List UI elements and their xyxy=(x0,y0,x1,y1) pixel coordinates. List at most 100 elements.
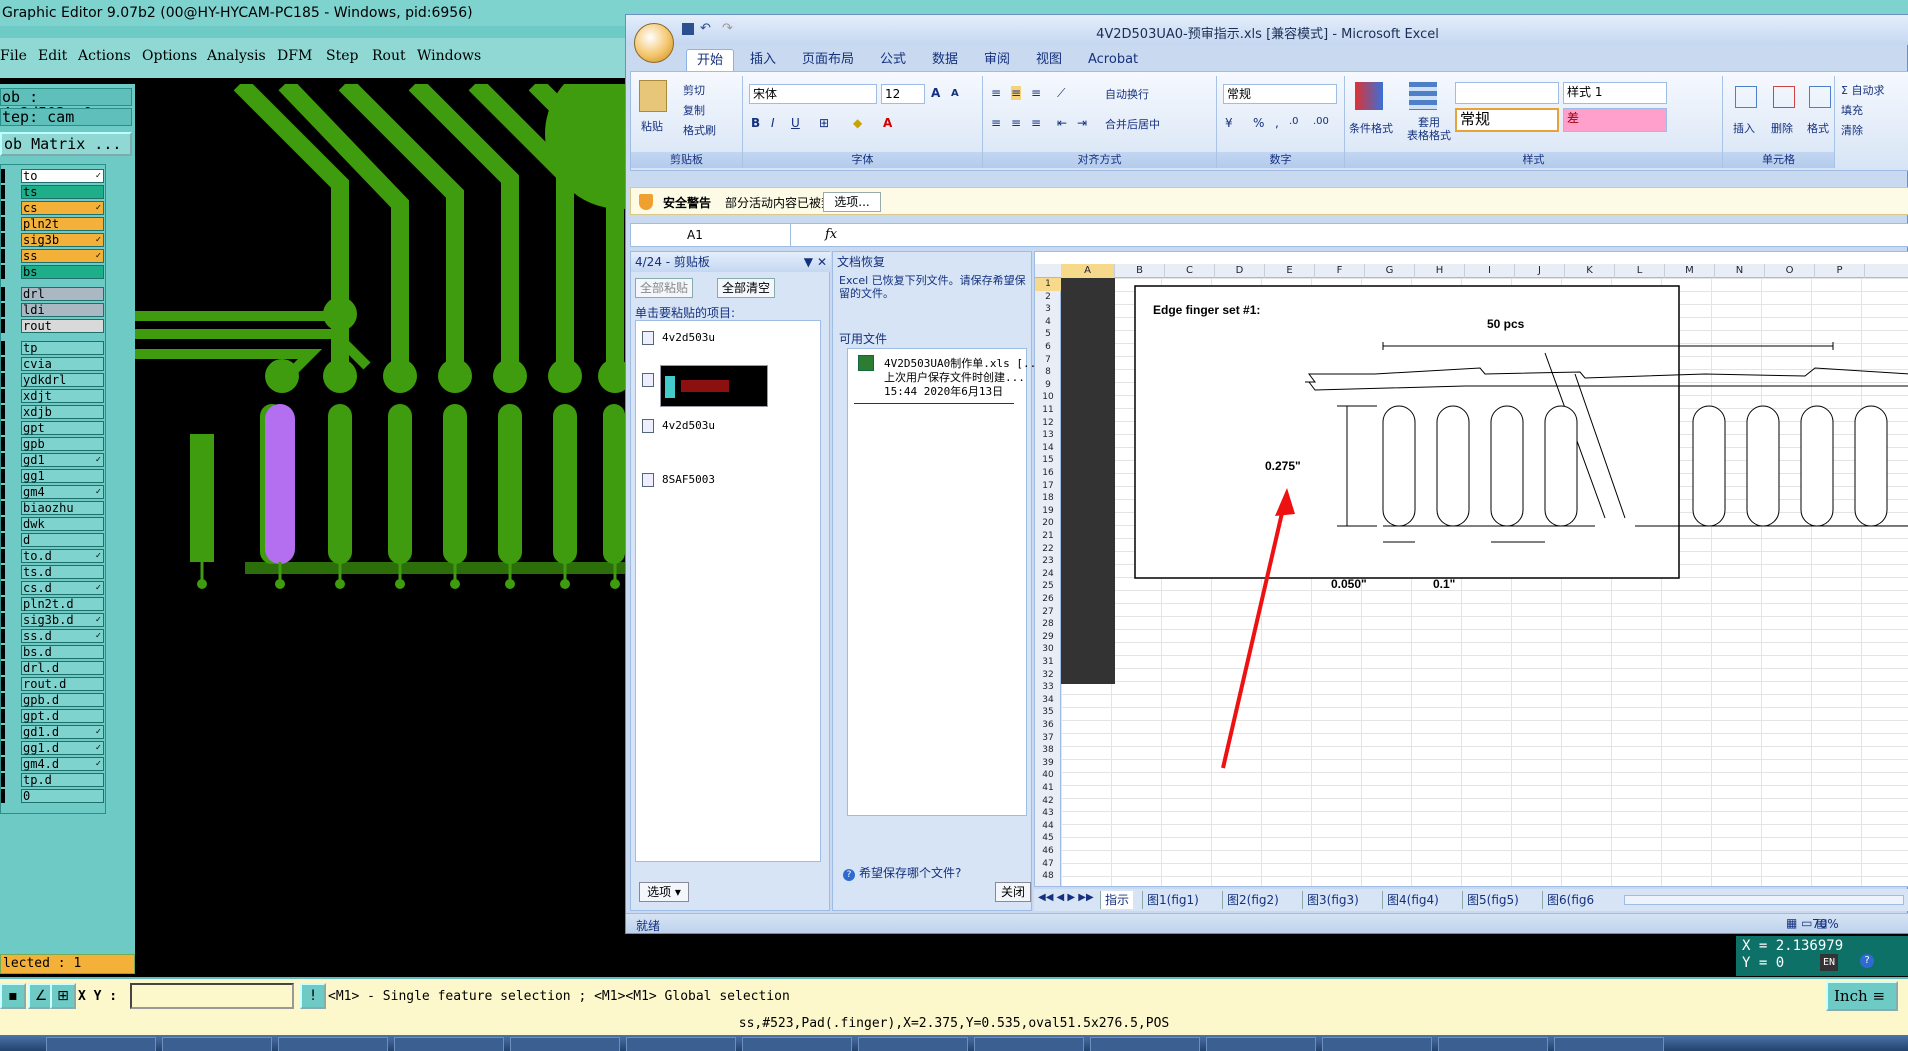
layer-checkbox[interactable] xyxy=(1,341,5,355)
layer-checkbox[interactable] xyxy=(1,501,5,515)
font-color-icon[interactable]: A xyxy=(883,116,892,130)
merge-center-button[interactable]: 合并后居中 xyxy=(1105,116,1160,132)
grid-icon[interactable]: ⊞ xyxy=(50,983,76,1009)
layer-checkbox[interactable] xyxy=(1,741,5,755)
percent-icon[interactable]: % xyxy=(1253,116,1264,130)
row-header[interactable]: 13 xyxy=(1035,429,1061,442)
conditional-format-button[interactable]: 条件格式 xyxy=(1349,120,1393,136)
layer-row[interactable]: sig3b ✓ xyxy=(21,233,104,247)
column-header[interactable]: B xyxy=(1115,264,1165,278)
alert-icon[interactable]: ! xyxy=(300,983,326,1009)
paste-button[interactable]: 粘贴 xyxy=(641,118,663,134)
layer-row[interactable]: bs xyxy=(21,265,104,279)
layer-row[interactable]: drl xyxy=(21,287,104,301)
clear-button[interactable]: 清除 xyxy=(1841,122,1863,138)
column-header[interactable]: O xyxy=(1765,264,1815,278)
sheet-tab[interactable]: 图3(fig3) xyxy=(1302,891,1363,909)
snap-icon[interactable]: ▪ xyxy=(0,983,26,1009)
row-header[interactable]: 27 xyxy=(1035,606,1061,619)
row-header[interactable]: 45 xyxy=(1035,832,1061,845)
column-header[interactable]: L xyxy=(1615,264,1665,278)
layer-row[interactable]: ts.d xyxy=(21,565,104,579)
layer-checkbox[interactable] xyxy=(1,693,5,707)
layer-row[interactable]: gd1 ✓ xyxy=(21,453,104,467)
row-header[interactable]: 33 xyxy=(1035,681,1061,694)
layer-row[interactable]: ts xyxy=(21,185,104,199)
layer-row[interactable]: pln2t.d xyxy=(21,597,104,611)
sheet-tab[interactable]: 图2(fig2) xyxy=(1222,891,1283,909)
tab-formulas[interactable]: 公式 xyxy=(870,49,916,71)
row-header[interactable]: 29 xyxy=(1035,631,1061,644)
layer-row[interactable]: gm4 ✓ xyxy=(21,485,104,499)
office-button-icon[interactable] xyxy=(634,23,674,63)
layer-row[interactable]: gg1 xyxy=(21,469,104,483)
layer-row[interactable]: cs ✓ xyxy=(21,201,104,215)
layer-checkbox[interactable] xyxy=(1,169,5,183)
layer-row[interactable]: gpb xyxy=(21,437,104,451)
layer-checkbox[interactable] xyxy=(1,185,5,199)
tab-view[interactable]: 视图 xyxy=(1026,49,1072,71)
clipboard-item[interactable]: 4v2d503u xyxy=(662,419,715,432)
layer-row[interactable]: rout.d xyxy=(21,677,104,691)
paste-icon[interactable] xyxy=(639,80,667,112)
taskbar-item[interactable] xyxy=(742,1037,852,1051)
layer-row[interactable]: gd1.d ✓ xyxy=(21,725,104,739)
column-header[interactable]: G xyxy=(1365,264,1415,278)
tab-data[interactable]: 数据 xyxy=(922,49,968,71)
menu-rout[interactable]: Rout xyxy=(372,48,406,64)
row-header[interactable]: 39 xyxy=(1035,757,1061,770)
wrap-text-button[interactable]: 自动换行 xyxy=(1105,86,1149,102)
layer-checkbox[interactable] xyxy=(1,303,5,317)
row-header[interactable]: 12 xyxy=(1035,417,1061,430)
column-header[interactable]: I xyxy=(1465,264,1515,278)
taskbar-item[interactable] xyxy=(1438,1037,1548,1051)
layer-checkbox[interactable] xyxy=(1,661,5,675)
layer-row[interactable]: d xyxy=(21,533,104,547)
menu-windows[interactable]: Windows xyxy=(417,48,481,64)
clipboard-options-button[interactable]: 选项 ▾ xyxy=(639,882,689,902)
redo-icon[interactable]: ↷ xyxy=(722,21,733,36)
layer-checkbox[interactable] xyxy=(1,233,5,247)
row-header[interactable]: 16 xyxy=(1035,467,1061,480)
layer-checkbox[interactable] xyxy=(1,357,5,371)
decrease-indent-icon[interactable]: ⇤ xyxy=(1057,116,1067,130)
layer-row[interactable]: cs.d ✓ xyxy=(21,581,104,595)
align-top-icon[interactable]: ≡ xyxy=(991,86,1001,100)
grow-font-icon[interactable]: A xyxy=(931,86,940,100)
align-right-icon[interactable]: ≡ xyxy=(1031,116,1041,130)
delete-cells-icon[interactable] xyxy=(1773,86,1795,108)
paste-all-button[interactable]: 全部粘贴 xyxy=(635,278,694,298)
taskbar-item[interactable] xyxy=(858,1037,968,1051)
row-header[interactable]: 6 xyxy=(1035,341,1061,354)
fx-icon[interactable]: fx xyxy=(825,227,837,242)
sheet-tab[interactable]: 指示 xyxy=(1100,891,1134,909)
row-header[interactable]: 5 xyxy=(1035,328,1061,341)
row-header[interactable]: 47 xyxy=(1035,858,1061,871)
layer-checkbox[interactable] xyxy=(1,405,5,419)
clipboard-item[interactable]: 8SAF5003 xyxy=(662,473,715,486)
row-header[interactable]: 7 xyxy=(1035,354,1061,367)
clipboard-list[interactable]: 4v2d503u 4v2d503u 8SAF5003 xyxy=(635,320,821,862)
row-header[interactable]: 23 xyxy=(1035,555,1061,568)
row-header[interactable]: 21 xyxy=(1035,530,1061,543)
layer-checkbox[interactable] xyxy=(1,549,5,563)
menu-actions[interactable]: Actions xyxy=(78,48,131,64)
layer-checkbox[interactable] xyxy=(1,201,5,215)
row-header[interactable]: 8 xyxy=(1035,366,1061,379)
layer-checkbox[interactable] xyxy=(1,287,5,301)
copy-button[interactable]: 复制 xyxy=(683,102,705,118)
row-header[interactable]: 17 xyxy=(1035,480,1061,493)
layer-list[interactable]: to ✓ ts cs ✓ pln2t sig3b ✓ ss ✓ bs drl ldi rout tp cvia… xyxy=(0,164,106,814)
name-box[interactable]: A1 xyxy=(631,224,791,246)
style-normal[interactable]: 常规 xyxy=(1455,108,1559,132)
underline-icon[interactable]: U xyxy=(791,116,800,130)
layer-checkbox[interactable] xyxy=(1,725,5,739)
row-header[interactable]: 1 xyxy=(1035,278,1061,291)
fill-color-icon[interactable]: ◆ xyxy=(853,116,862,130)
italic-icon[interactable]: I xyxy=(771,116,775,130)
xy-input[interactable] xyxy=(130,983,294,1009)
shrink-font-icon[interactable]: A xyxy=(951,88,959,99)
format-painter-button[interactable]: 格式刷 xyxy=(683,122,716,138)
delete-cells-button[interactable]: 删除 xyxy=(1771,120,1793,136)
layer-row[interactable]: tp xyxy=(21,341,104,355)
